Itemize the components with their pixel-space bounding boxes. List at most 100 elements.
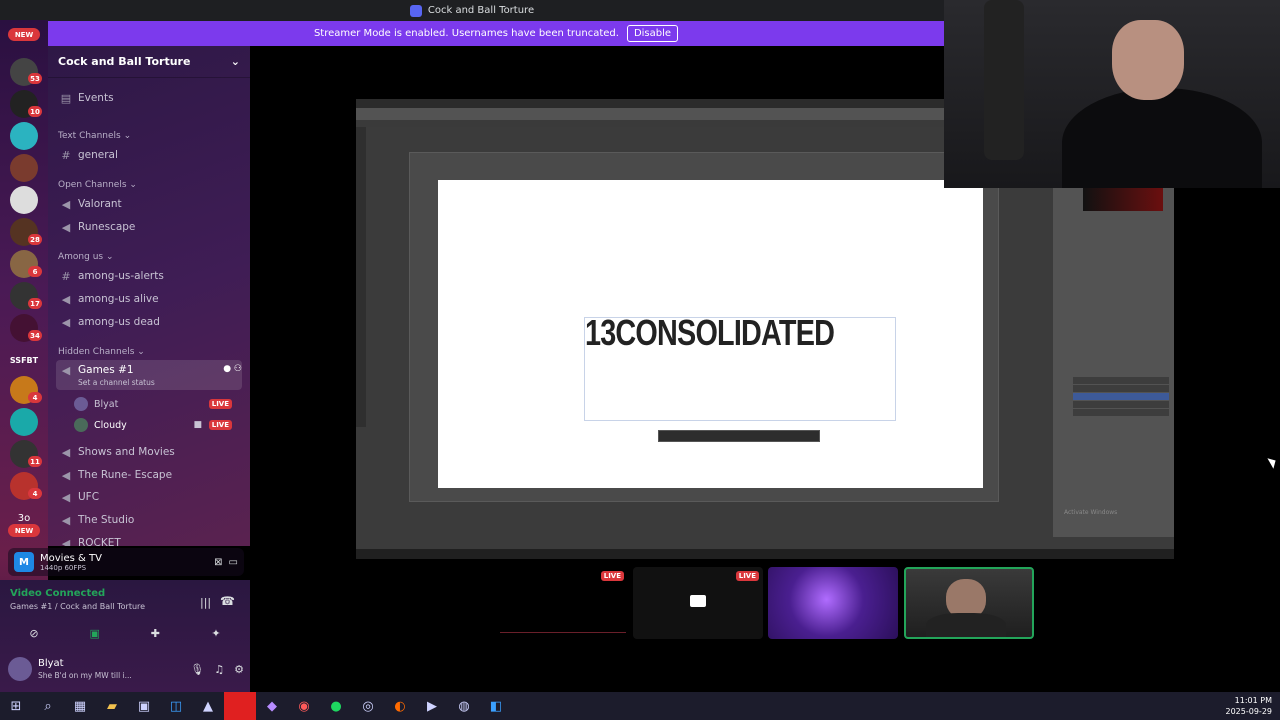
channel-ufc[interactable]: ◀ UFC	[56, 487, 242, 507]
server-icon[interactable]	[10, 408, 38, 436]
camera-off-icon[interactable]: ⊘	[14, 622, 54, 644]
stream-thumbnail[interactable]: LIVE	[633, 567, 763, 639]
user-tile-speaking[interactable]	[904, 567, 1034, 639]
unread-badge: 34	[28, 330, 42, 341]
clock-time: 11:01 PM	[1234, 696, 1272, 705]
streamer-mode-banner: Streamer Mode is enabled. Usernames have…	[48, 21, 944, 46]
file-explorer-icon[interactable]: ▰	[96, 692, 128, 720]
channel-label: Valorant	[78, 198, 122, 210]
unread-badge: 6	[28, 266, 42, 277]
speaker-icon: ◀	[61, 364, 71, 377]
voice-controls: ⊘ ▣ ✚ ✦	[14, 622, 236, 644]
settings-icon[interactable]: ▭	[229, 557, 238, 568]
microphone-shape	[984, 0, 1024, 160]
user-status: She B'd on my MW till i...	[38, 671, 132, 680]
search-icon[interactable]: ⌕	[32, 692, 64, 720]
server-header[interactable]: Cock and Ball Torture ⌄	[48, 46, 250, 78]
layer-row	[1073, 377, 1169, 384]
channel-general[interactable]: # general	[56, 145, 242, 165]
current-user[interactable]: Blyat She B'd on my MW till i... 🎙 ♫ ⚙	[8, 652, 244, 686]
obs-icon[interactable]: ◍	[448, 692, 480, 720]
mic-icon[interactable]: 🎙	[190, 663, 204, 676]
activity-panel[interactable]: M Movies & TV 1440p 60FPS ⊠ ▭	[8, 548, 244, 576]
person-head	[1112, 20, 1184, 100]
user-tile[interactable]	[768, 567, 898, 639]
channel-valorant[interactable]: ◀ Valorant	[56, 194, 242, 214]
windows-taskbar: ⊞ ⌕ ▦ ▰ ▣ ◫ ▲ ◆ ◉ ● ◎ ◐ ▶ ◍ ◧ 11:01 PM 2…	[0, 692, 1280, 720]
layer-row	[1073, 409, 1169, 416]
channel-among-us-alerts[interactable]: # among-us-alerts	[56, 266, 242, 286]
gear-icon[interactable]: ⚙	[234, 663, 244, 676]
soundboard-icon[interactable]: ✦	[196, 622, 236, 644]
channel-shows-and-movies[interactable]: ◀ Shows and Movies	[56, 442, 242, 462]
speaker-icon: ◀	[61, 490, 71, 504]
video-icon: ■	[193, 420, 202, 430]
new-badge: NEW	[8, 28, 40, 41]
avatar	[74, 418, 88, 432]
media-player-icon[interactable]: ▶	[416, 692, 448, 720]
server-icon[interactable]	[10, 186, 38, 214]
system-clock[interactable]: 11:01 PM 2025-09-29	[1226, 695, 1273, 717]
category-label: Among us	[58, 252, 104, 262]
disconnect-icon[interactable]: ☎	[220, 594, 235, 608]
server-icon[interactable]	[10, 122, 38, 150]
app-icon[interactable]: ◧	[480, 692, 512, 720]
steam-icon[interactable]: ◎	[352, 692, 384, 720]
channel-among-us-dead[interactable]: ◀ among-us dead	[56, 312, 242, 332]
channel-label: among-us dead	[78, 316, 160, 328]
server-icon[interactable]	[10, 154, 38, 182]
category-open-channels[interactable]: Open Channels ⌄	[58, 180, 137, 190]
channel-sidebar: Cock and Ball Torture ⌄ ▤ Events Text Cha…	[48, 46, 250, 546]
activity-icon[interactable]: ✚	[135, 622, 175, 644]
channel-status[interactable]: Set a channel status	[78, 378, 155, 387]
channel-games-1[interactable]: ◀ Games #1 Set a channel status ● ⚇	[56, 360, 242, 390]
app-icon[interactable]: ◐	[384, 692, 416, 720]
chrome-icon[interactable]: ◉	[288, 692, 320, 720]
channel-runescape[interactable]: ◀ Runescape	[56, 217, 242, 237]
streamer-mode-text: Streamer Mode is enabled. Usernames have…	[313, 28, 619, 39]
voice-user-blyat[interactable]: Blyat LIVE	[74, 395, 238, 413]
store-icon[interactable]: ▣	[128, 692, 160, 720]
noise-icon[interactable]: |||	[200, 596, 211, 609]
new-badge: NEW	[8, 524, 40, 537]
channel-rune-escape[interactable]: ◀ The Rune- Escape	[56, 465, 242, 485]
voice-location[interactable]: Games #1 / Cock and Ball Torture	[10, 602, 145, 611]
channel-rocket[interactable]: ◀ ROCKET	[56, 533, 242, 547]
avatar	[8, 657, 32, 681]
stop-stream-icon[interactable]: ⊠	[214, 557, 222, 568]
category-hidden-channels[interactable]: Hidden Channels ⌄	[58, 347, 145, 357]
voice-user-cloudy[interactable]: Cloudy ■ LIVE	[74, 416, 238, 434]
app-icon[interactable]	[224, 692, 256, 720]
app-icon[interactable]: ▲	[192, 692, 224, 720]
unread-badge: 11	[28, 456, 42, 467]
unread-badge: 28	[28, 234, 42, 245]
server-name: Cock and Ball Torture	[58, 55, 191, 68]
channel-the-studio[interactable]: ◀ The Studio	[56, 510, 242, 530]
category-among-us[interactable]: Among us ⌄	[58, 252, 114, 262]
category-text-channels[interactable]: Text Channels ⌄	[58, 131, 131, 141]
chat-icon[interactable]: ● ⚇	[223, 364, 242, 374]
unread-badge: 4	[28, 392, 42, 403]
headphones-icon[interactable]: ♫	[214, 663, 224, 676]
user-name: Cloudy	[94, 419, 127, 431]
start-icon[interactable]: ⊞	[0, 692, 32, 720]
screen-share-icon[interactable]: ▣	[75, 622, 115, 644]
spotify-icon[interactable]: ●	[320, 692, 352, 720]
server-ssfbt[interactable]: SSFBT	[10, 346, 38, 374]
window-titlebar: Cock and Ball Torture	[0, 0, 944, 21]
layer-row	[1073, 385, 1169, 392]
task-view-icon[interactable]: ▦	[64, 692, 96, 720]
speaker-icon: ◀	[61, 220, 71, 234]
live-badge: LIVE	[208, 420, 232, 430]
channel-events[interactable]: ▤ Events	[56, 88, 242, 108]
stream-thumbnail[interactable]: LIVE	[498, 567, 628, 639]
ps-context-bar	[658, 430, 820, 442]
disable-button[interactable]: Disable	[626, 25, 679, 42]
outlook-icon[interactable]: ◫	[160, 692, 192, 720]
avatar	[74, 397, 88, 411]
channel-label: Runescape	[78, 221, 136, 233]
hash-icon: #	[61, 148, 71, 162]
channel-among-us-alive[interactable]: ◀ among-us alive	[56, 289, 242, 309]
app-icon[interactable]: ◆	[256, 692, 288, 720]
channel-label: among-us-alerts	[78, 270, 164, 282]
